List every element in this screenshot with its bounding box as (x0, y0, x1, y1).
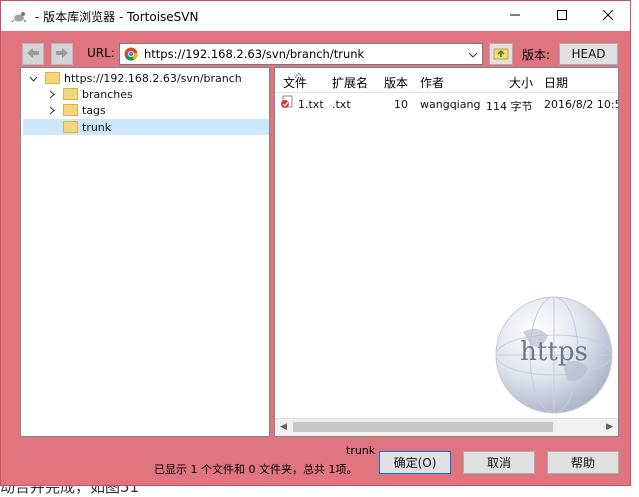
tree-item-label: trunk (82, 120, 112, 134)
browse-folder-button[interactable] (489, 43, 513, 65)
status-summary: 已显示 1 个文件和 0 文件夹，总共 1项。 (154, 463, 358, 476)
column-header-author[interactable]: 作者 (420, 74, 444, 91)
title-bar[interactable]: - 版本库浏览器 - TortoiseSVN (1, 1, 630, 31)
file-author: wangqiang (420, 98, 481, 111)
file-name: 1.txt (298, 98, 324, 111)
file-size: 114 字节 (486, 100, 533, 113)
chevron-right-icon[interactable] (45, 106, 57, 115)
status-current-item: trunk (346, 444, 376, 457)
watermark-text: https (520, 337, 588, 367)
tree-item-root[interactable]: https://192.168.2.63/svn/branch (27, 70, 242, 86)
minimize-icon (510, 10, 520, 23)
tree-item-trunk[interactable]: trunk (63, 119, 111, 135)
window-client: URL: https://192.168.2.63/svn/branch/tru… (1, 31, 630, 485)
repository-tree[interactable]: https://192.168.2.63/svn/branch branches… (20, 67, 270, 437)
tree-item-label: branches (82, 87, 133, 101)
revision-label: 版本: (522, 48, 551, 62)
window-title: - 版本库浏览器 - TortoiseSVN (35, 10, 199, 24)
url-combobox[interactable]: https://192.168.2.63/svn/branch/trunk (119, 43, 483, 65)
column-header-size[interactable]: 大小 (509, 74, 533, 91)
column-header-revision[interactable]: 版本 (384, 74, 408, 91)
chevron-down-icon[interactable] (468, 49, 478, 62)
file-date: 2016/8/2 10:56 (544, 98, 618, 111)
folder-icon (63, 88, 78, 100)
chevron-right-icon[interactable] (45, 90, 57, 99)
tree-item-tags[interactable]: tags (45, 102, 106, 118)
sort-ascending-icon (294, 68, 304, 81)
help-button[interactable]: 帮助 (547, 451, 619, 474)
folder-up-icon (493, 46, 509, 63)
file-modified-icon (280, 95, 294, 112)
scroll-left-icon[interactable]: ◀ (280, 422, 287, 432)
close-icon (602, 9, 614, 23)
minimize-button[interactable] (492, 1, 538, 31)
chevron-down-icon[interactable] (27, 74, 39, 83)
tree-item-label: https://192.168.2.63/svn/branch (64, 71, 242, 85)
forward-button[interactable] (51, 43, 73, 65)
column-header-date[interactable]: 日期 (544, 74, 568, 91)
scroll-right-icon[interactable]: ▶ (606, 422, 613, 432)
folder-icon (63, 104, 78, 116)
list-header: 文件 扩展名 版本 作者 大小 日期 (275, 68, 618, 93)
https-globe-watermark: https (493, 294, 615, 416)
tree-selection-highlight (23, 119, 269, 135)
file-list[interactable]: 文件 扩展名 版本 作者 大小 日期 1.txt .txt 10 wangqia… (274, 67, 619, 437)
file-revision: 10 (394, 98, 408, 111)
arrow-left-icon (26, 47, 40, 62)
maximize-button[interactable] (539, 1, 585, 31)
maximize-icon (557, 9, 567, 23)
arrow-right-icon (55, 47, 69, 62)
back-button[interactable] (22, 43, 44, 65)
url-label: URL: (87, 46, 115, 60)
horizontal-scrollbar[interactable]: ◀ ▶ (275, 418, 618, 436)
scrollbar-thumb[interactable] (293, 422, 553, 432)
cancel-button[interactable]: 取消 (463, 451, 535, 474)
tree-item-label: tags (82, 103, 106, 117)
file-extension: .txt (332, 98, 351, 111)
tree-item-branches[interactable]: branches (45, 86, 133, 102)
folder-icon (45, 72, 60, 84)
chrome-icon (124, 47, 138, 61)
close-button[interactable] (585, 1, 631, 31)
revision-head-button[interactable]: HEAD (559, 43, 618, 65)
folder-icon (63, 121, 78, 133)
url-value: https://192.168.2.63/svn/branch/trunk (144, 47, 365, 61)
column-header-extension[interactable]: 扩展名 (332, 74, 368, 91)
repo-browser-window: - 版本库浏览器 - TortoiseSVN URL: https://192.… (0, 0, 631, 486)
tortoisesvn-icon (11, 8, 27, 24)
ok-button[interactable]: 确定(O) (379, 451, 451, 474)
